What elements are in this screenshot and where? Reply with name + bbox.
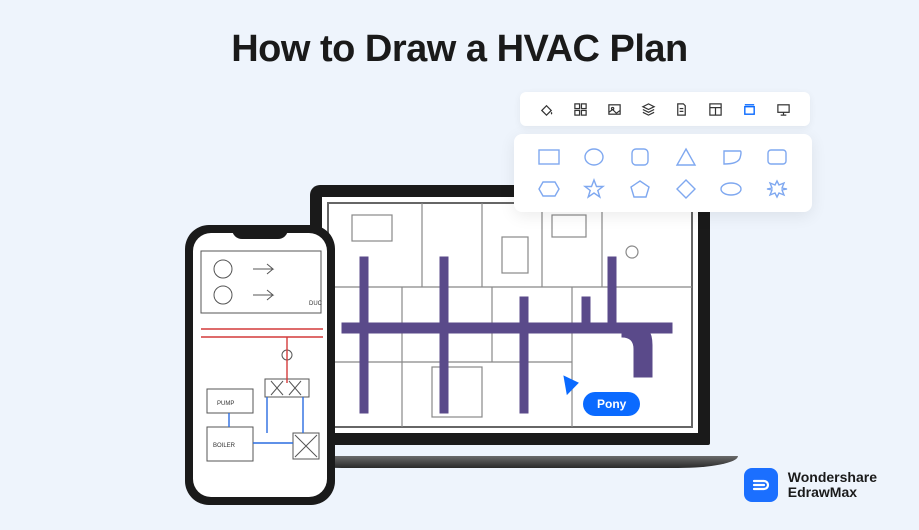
laptop-display xyxy=(322,197,698,433)
phone-mockup: PUMP BOILER DUC xyxy=(185,225,335,505)
presentation-icon[interactable] xyxy=(775,101,792,118)
boiler-label: BOILER xyxy=(213,443,236,449)
shape-star[interactable] xyxy=(579,177,609,201)
floorplan-diagram xyxy=(322,197,698,433)
shape-ellipse[interactable] xyxy=(716,177,746,201)
shape-parallelogram[interactable] xyxy=(716,145,746,169)
phone-screen: PUMP BOILER DUC xyxy=(193,233,327,497)
container-icon[interactable] xyxy=(741,101,758,118)
shape-rounded-square[interactable] xyxy=(625,145,655,169)
shapes-row-1 xyxy=(528,145,798,169)
laptop-screen xyxy=(310,185,710,445)
laptop-mockup xyxy=(310,185,710,460)
brand-logo: Wondershare EdrawMax xyxy=(744,468,877,502)
shape-burst[interactable] xyxy=(762,177,792,201)
shape-hexagon[interactable] xyxy=(534,177,564,201)
hvac-schematic: PUMP BOILER DUC xyxy=(193,233,327,497)
logo-mark-icon xyxy=(744,468,778,502)
toolbar xyxy=(520,92,810,126)
fill-icon[interactable] xyxy=(538,101,555,118)
collaborator-cursor: Pony xyxy=(565,374,579,394)
shape-circle[interactable] xyxy=(579,145,609,169)
image-icon[interactable] xyxy=(606,101,623,118)
shape-triangle[interactable] xyxy=(671,145,701,169)
shape-rounded-rect[interactable] xyxy=(762,145,792,169)
cursor-user-label: Pony xyxy=(583,392,640,416)
logo-text: Wondershare EdrawMax xyxy=(788,470,877,501)
shape-diamond[interactable] xyxy=(671,177,701,201)
shapes-panel xyxy=(514,134,812,212)
phone-notch xyxy=(232,225,288,239)
logo-line2: EdrawMax xyxy=(788,485,877,500)
shape-pentagon[interactable] xyxy=(625,177,655,201)
grid-icon[interactable] xyxy=(572,101,589,118)
logo-line1: Wondershare xyxy=(788,470,877,485)
page-title: How to Draw a HVAC Plan xyxy=(0,28,919,71)
laptop-base xyxy=(282,456,738,468)
cursor-pointer-icon xyxy=(563,373,580,395)
layout-icon[interactable] xyxy=(707,101,724,118)
page-icon[interactable] xyxy=(673,101,690,118)
layers-icon[interactable] xyxy=(640,101,657,118)
pump-label: PUMP xyxy=(217,401,234,407)
duct-label: DUC xyxy=(309,301,323,307)
shape-rectangle[interactable] xyxy=(534,145,564,169)
shapes-row-2 xyxy=(528,177,798,201)
